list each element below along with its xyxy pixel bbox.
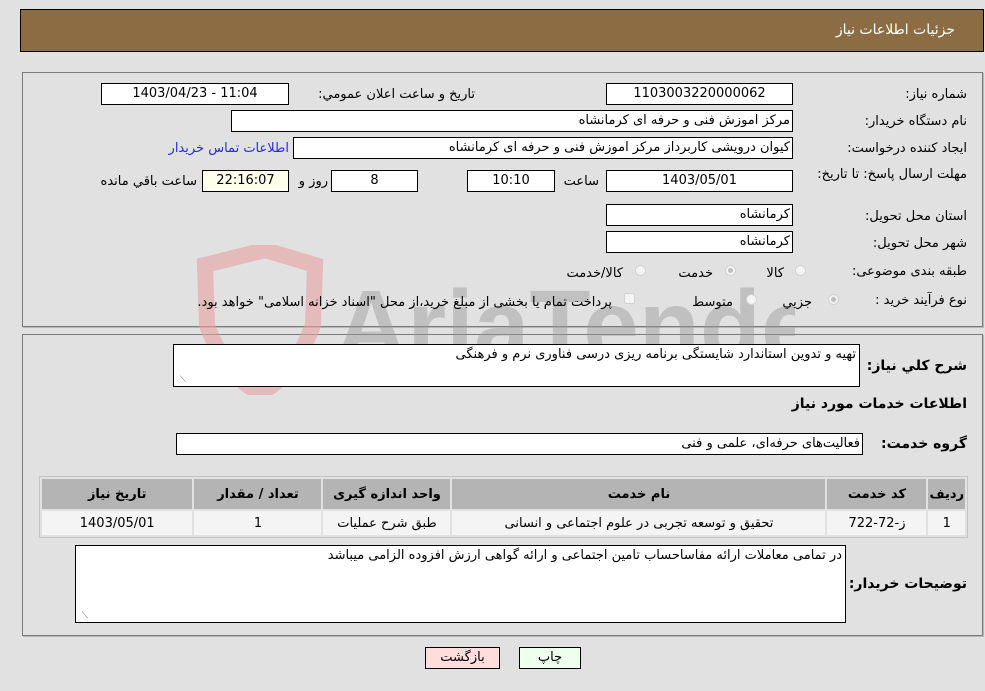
table-row: 1 ز-72-722 تحقیق و توسعه تجربی در علوم ا… <box>42 511 965 535</box>
purchase-type-label: نوع فرآیند خرید : <box>875 293 967 308</box>
purchase-radio-medium[interactable] <box>746 294 757 305</box>
purchase-option-medium: متوسط <box>692 295 733 310</box>
back-button[interactable]: بازگشت <box>425 647 500 669</box>
col-header-quantity: تعداد / مقدار <box>194 479 322 509</box>
buyer-notes-label: توضیحات خریدار: <box>848 576 967 592</box>
category-radio-goods-service[interactable] <box>635 265 646 276</box>
cell-service-code: ز-72-722 <box>827 511 927 535</box>
category-option-service: خدمت <box>678 266 713 281</box>
announce-datetime-field[interactable]: 1403/04/23 - 11:04 <box>101 83 289 105</box>
city-field[interactable]: کرمانشاه <box>606 231 793 253</box>
need-number-label: شماره نیاز: <box>905 87 967 102</box>
table-header-row: ردیف کد خدمت نام خدمت واحد اندازه گیری ت… <box>42 479 965 509</box>
category-radio-service[interactable] <box>725 265 736 276</box>
cell-quantity: 1 <box>194 511 322 535</box>
requester-label: ایجاد کننده درخواست: <box>847 141 967 156</box>
city-label: شهر محل تحویل: <box>872 236 967 251</box>
buyer-org-label: نام دستگاه خریدار: <box>864 114 967 129</box>
service-group-field[interactable]: فعالیت‌های حرفه‌ای، علمی و فنی <box>176 433 863 455</box>
deadline-date-field[interactable]: 1403/05/01 <box>606 170 793 192</box>
requester-field[interactable]: کیوان درویشی کاربرداز مرکز اموزش فنی و ح… <box>293 137 793 159</box>
page-title: جزئیات اطلاعات نیاز <box>835 22 955 38</box>
service-group-label: گروه خدمت: <box>881 436 967 452</box>
days-remaining-field[interactable]: 8 <box>331 170 418 192</box>
col-header-need-date: تاریخ نیاز <box>42 479 193 509</box>
buyer-notes-textarea[interactable]: در تمامی معاملات ارائه مفاساحساب تامین ا… <box>75 545 846 623</box>
summary-label: شرح کلي نیاز: <box>866 358 967 374</box>
cell-row-number: 1 <box>928 511 965 535</box>
cell-service-name: تحقیق و توسعه تجربی در علوم اجتماعی و ان… <box>452 511 826 535</box>
treasury-checkbox[interactable] <box>624 293 635 304</box>
time-remaining-field: 22:16:07 <box>202 170 289 192</box>
buyer-contact-link[interactable]: اطلاعات تماس خریدار <box>169 141 289 156</box>
days-label: روز و <box>298 174 328 189</box>
page-header: جزئیات اطلاعات نیاز <box>20 9 984 52</box>
purchase-radio-minor[interactable] <box>828 294 839 305</box>
deadline-label: مهلت ارسال پاسخ: تا تاریخ: <box>817 167 967 182</box>
category-label: طبقه بندی موضوعی: <box>851 264 967 279</box>
need-number-field[interactable]: 1103003220000062 <box>606 83 793 105</box>
col-header-unit: واحد اندازه گیری <box>323 479 451 509</box>
category-option-goods: کالا <box>766 266 784 281</box>
resize-grip-icon[interactable]: ⟋ <box>78 611 88 621</box>
category-radio-goods[interactable] <box>795 265 806 276</box>
col-header-service-name: نام خدمت <box>452 479 826 509</box>
province-label: استان محل تحویل: <box>865 209 967 224</box>
col-header-service-code: کد خدمت <box>827 479 927 509</box>
time-remaining-label: ساعت باقي مانده <box>100 174 197 189</box>
resize-grip-icon[interactable]: ⟋ <box>176 375 186 385</box>
print-button[interactable]: چاپ <box>519 647 581 669</box>
cell-unit: طبق شرح عملیات <box>323 511 451 535</box>
category-option-goods-service: کالا/خدمت <box>566 266 623 281</box>
buyer-notes-text: در تمامی معاملات ارائه مفاساحساب تامین ا… <box>327 548 842 563</box>
summary-text: تهیه و تدوین استاندارد شایستگی برنامه ری… <box>455 347 856 362</box>
cell-need-date: 1403/05/01 <box>42 511 193 535</box>
buyer-org-field[interactable]: مرکز اموزش فنی و حرفه ای کرمانشاه <box>231 110 793 132</box>
treasury-checkbox-label: پرداخت تمام یا بخشی از مبلغ خرید،از محل … <box>197 295 612 310</box>
col-header-row-number: ردیف <box>928 479 965 509</box>
deadline-time-label: ساعت <box>563 174 599 189</box>
announce-datetime-label: تاریخ و ساعت اعلان عمومي: <box>318 87 475 102</box>
summary-textarea[interactable]: تهیه و تدوین استاندارد شایستگی برنامه ری… <box>173 344 860 387</box>
services-heading: اطلاعات خدمات مورد نیاز <box>791 396 967 412</box>
services-table: ردیف کد خدمت نام خدمت واحد اندازه گیری ت… <box>39 476 968 538</box>
province-field[interactable]: کرمانشاه <box>606 204 793 226</box>
deadline-time-field[interactable]: 10:10 <box>467 170 555 192</box>
purchase-option-minor: جزيي <box>782 295 812 310</box>
